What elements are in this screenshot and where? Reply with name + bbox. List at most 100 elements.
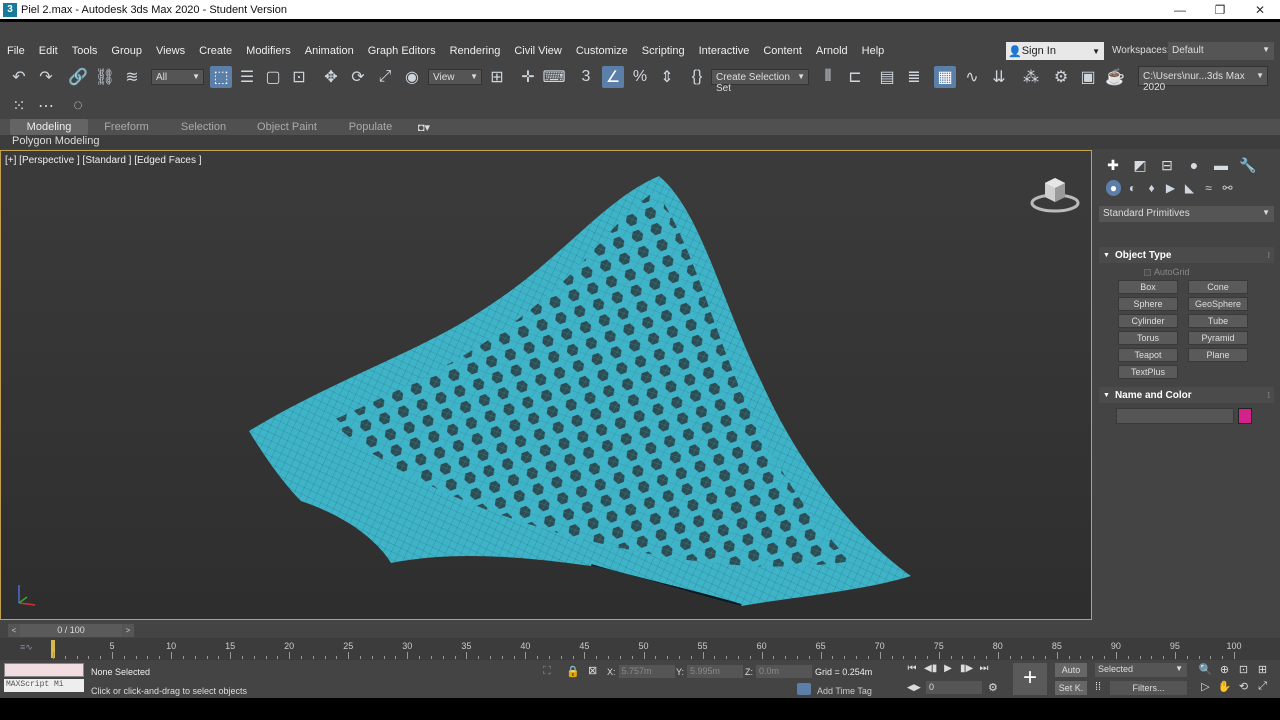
key-filter-dropdown[interactable]: Selected ▼ (1095, 663, 1187, 677)
menu-customize[interactable]: Customize (569, 41, 635, 61)
zoom-extents-icon[interactable]: ⊡ (1236, 663, 1251, 678)
tab-object-paint[interactable]: Object Paint (242, 121, 332, 133)
align-icon[interactable]: ⊏ (844, 66, 866, 88)
rotate-icon[interactable]: ⟳ (347, 66, 369, 88)
zoom-extents-all-icon[interactable]: ⊞ (1255, 663, 1270, 678)
object-name-field[interactable] (1116, 408, 1234, 424)
curve-editor-mini-icon[interactable]: ≡∿ (20, 642, 33, 653)
project-folder-dropdown[interactable]: C:\Users\nur...3ds Max 2020 ▼ (1138, 66, 1268, 93)
redo-icon[interactable]: ↷ (35, 66, 57, 88)
time-slider[interactable]: < 0 / 100 > (8, 624, 136, 637)
go-to-end-icon[interactable]: ⏭ (978, 663, 990, 677)
prev-frame-icon[interactable]: < (8, 624, 20, 637)
named-selection-dropdown[interactable]: Create Selection Set ▼ (711, 69, 809, 94)
window-crossing-icon[interactable]: ⊡ (288, 66, 310, 88)
object-color-swatch[interactable] (1238, 408, 1252, 424)
maxscript-listener[interactable] (4, 663, 84, 677)
x-field[interactable]: 5.757m (618, 665, 675, 678)
isolate-selection-icon[interactable]: ◌ (67, 95, 89, 117)
material-editor-icon[interactable]: ⁂ (1020, 66, 1042, 88)
pyramid-button[interactable]: Pyramid (1188, 331, 1248, 345)
restore-button[interactable]: ❐ (1200, 3, 1240, 17)
scene-explorer-icon[interactable]: ▤ (876, 66, 898, 88)
auto-key-button[interactable]: Auto (1055, 663, 1087, 677)
menu-arnold[interactable]: Arnold (809, 41, 855, 61)
create-selection-set-icon[interactable]: ⁙ (8, 95, 30, 117)
time-slider-thumb[interactable]: 0 / 100 (20, 624, 122, 637)
tab-populate[interactable]: Populate (332, 121, 409, 133)
minimize-button[interactable]: — (1160, 3, 1200, 17)
key-filters-icon[interactable]: ⁞⁞ (1095, 681, 1101, 693)
go-to-start-icon[interactable]: ⏮ (906, 663, 918, 677)
angle-snap-icon[interactable]: ∠ (602, 66, 624, 88)
menu-animation[interactable]: Animation (298, 41, 361, 61)
cameras-icon[interactable]: ▶ (1163, 180, 1178, 196)
play-icon[interactable]: ▶ (942, 663, 954, 677)
set-key-mode-button[interactable]: + (1013, 663, 1047, 695)
textplus-button[interactable]: TextPlus (1118, 365, 1178, 379)
zoom-icon[interactable]: 🔍 (1198, 663, 1213, 678)
menu-modifiers[interactable]: Modifiers (239, 41, 298, 61)
motion-tab-icon[interactable]: ● (1185, 156, 1203, 174)
space-warps-icon[interactable]: ≈ (1201, 180, 1216, 196)
menu-interactive[interactable]: Interactive (692, 41, 757, 61)
set-key-button[interactable]: Set K. (1055, 681, 1087, 695)
link-icon[interactable]: 🔗 (67, 66, 89, 88)
selection-filter-dropdown[interactable]: All ▼ (151, 69, 204, 85)
zoom-all-icon[interactable]: ⊕ (1217, 663, 1232, 678)
bind-space-warp-icon[interactable]: ≋ (121, 66, 143, 88)
systems-icon[interactable]: ⚯ (1220, 180, 1235, 196)
menu-views[interactable]: Views (149, 41, 192, 61)
name-and-color-rollout[interactable]: ▼ Name and Color ⁞ (1099, 387, 1274, 403)
render-production-icon[interactable]: ☕ (1104, 66, 1126, 88)
next-key-icon[interactable]: ▮▶ (960, 663, 973, 677)
tab-selection[interactable]: Selection (165, 121, 242, 133)
pan-icon[interactable]: ✋ (1217, 680, 1232, 695)
move-icon[interactable]: ✥ (320, 66, 342, 88)
display-tab-icon[interactable]: ▬ (1212, 156, 1230, 174)
maximize-viewport-icon[interactable]: ⤢ (1255, 680, 1270, 695)
curve-editor-icon[interactable]: ∿ (961, 66, 983, 88)
absolute-mode-icon[interactable]: ⊠ (588, 664, 597, 677)
box-button[interactable]: Box (1118, 280, 1178, 294)
orbit-icon[interactable]: ⟲ (1236, 680, 1251, 695)
unlink-icon[interactable]: ⛓ (94, 66, 116, 88)
workspace-select[interactable]: Default ▼ (1168, 42, 1274, 60)
primitive-category-dropdown[interactable]: Standard Primitives ▼ (1099, 206, 1274, 222)
teapot-button[interactable]: Teapot (1118, 348, 1178, 362)
undo-icon[interactable]: ↶ (8, 66, 30, 88)
isolate-icon[interactable]: ⛶ (543, 665, 551, 678)
y-field[interactable]: 5.995m (687, 665, 744, 678)
hierarchy-tab-icon[interactable]: ⊟ (1158, 156, 1176, 174)
plane-button[interactable]: Plane (1188, 348, 1248, 362)
key-filters-button[interactable]: Filters... (1110, 681, 1187, 695)
tab-modeling[interactable]: Modeling (10, 119, 88, 135)
sign-in-dropdown[interactable]: 👤 Sign In ▼ (1006, 42, 1104, 60)
layer-explorer-icon[interactable]: ≣ (903, 66, 925, 88)
mesh-render[interactable] (1, 151, 1091, 619)
rect-selection-icon[interactable]: ▢ (262, 66, 284, 88)
next-frame-icon[interactable]: > (122, 624, 134, 637)
track-bar[interactable]: ≡∿ 5 10 15 20 25 30 35 40 45 50 55 60 65 70 75 80 85 90 95… (0, 638, 1280, 660)
torus-button[interactable]: Torus (1118, 331, 1178, 345)
add-time-tag[interactable]: Add Time Tag (817, 686, 872, 698)
manipulate-icon[interactable]: ✛ (517, 66, 539, 88)
select-object-icon[interactable]: ⬚ (210, 66, 232, 88)
geometry-icon[interactable]: ● (1106, 180, 1121, 196)
menu-rendering[interactable]: Rendering (443, 41, 508, 61)
menu-tools[interactable]: Tools (65, 41, 105, 61)
snaps-toggle-icon[interactable]: 3 (575, 66, 597, 88)
polygon-modeling-panel[interactable]: Polygon Modeling (12, 135, 99, 147)
keyboard-shortcut-icon[interactable]: ⌨ (542, 66, 565, 88)
selection-set-icon[interactable]: ⋯ (35, 95, 57, 117)
cylinder-button[interactable]: Cylinder (1118, 314, 1178, 328)
percent-snap-icon[interactable]: % (629, 66, 651, 88)
create-tab-icon[interactable]: ✚ (1104, 156, 1122, 174)
maxscript-mini-listener[interactable]: MAXScript Mi (4, 679, 84, 692)
shapes-icon[interactable]: ◐ (1125, 180, 1140, 196)
ribbon-options-icon[interactable]: ◘▾ (409, 121, 439, 134)
z-field[interactable]: 0.0m (756, 665, 812, 678)
geosphere-button[interactable]: GeoSphere (1188, 297, 1248, 311)
key-mode-toggle-icon[interactable]: ◀▶ (907, 682, 921, 693)
scale-icon[interactable]: ⤢ (374, 66, 396, 88)
